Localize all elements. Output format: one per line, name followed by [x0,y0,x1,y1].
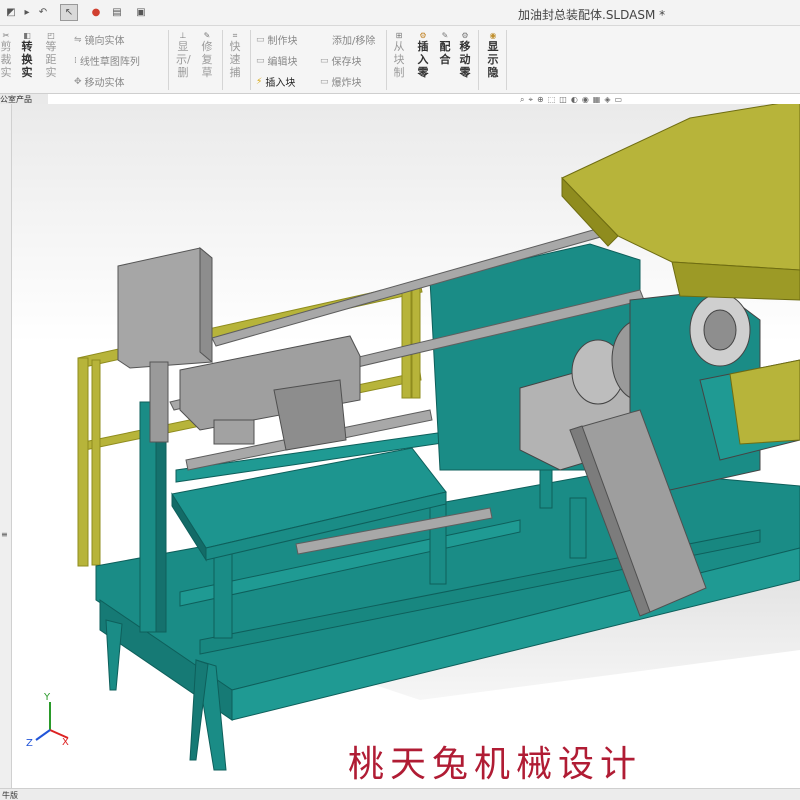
watermark: 桃天兔机械设计 [298,734,692,788]
block-icon: ▭ [256,34,265,45]
undo-icon[interactable]: ↶ [36,4,50,21]
make-block-label: 制作块 [267,36,298,47]
trim-entities-label: 剪 裁 实 [0,40,12,79]
document-title: 加油封总装配体.SLDASM * [518,8,666,22]
move-component-button[interactable]: ⚙ 移 动 零 [458,32,472,80]
repair-sketch-button[interactable]: ✎ 修 复 草 [200,32,214,80]
explode-block-icon: ▭ [320,76,329,87]
solidworks-window: ◩ ▸ ↶ ↖ ● ▤ ▣ 加油封总装配体.SLDASM * ✂ 剪 裁 实 ◧ 转… [0,0,800,800]
explode-block-label: 爆炸块 [331,78,362,89]
move-entities-label: 移动实体 [84,78,125,89]
ribbon-separator [386,30,387,90]
save-block-label: 保存块 [331,57,362,68]
linear-pattern-label: 线性草图阵列 [79,57,140,68]
mirror-icon: ⇋ [74,34,82,45]
move-icon: ✥ [74,76,82,87]
display-delete-label: 显 示/ 删 [176,40,191,79]
insert-component-button[interactable]: ⚙ 插 入 零 [416,32,430,80]
x-axis-label: X [62,737,69,748]
edit-block-button[interactable]: ▭ 编辑块 [256,53,298,69]
traffic-light-icon[interactable]: ● [90,4,102,21]
trim-entities-button[interactable]: ✂ 剪 裁 实 [0,32,12,80]
sketch-ribbon: ✂ 剪 裁 实 ◧ 转 换 实 ◰ 等 距 实 ⇋ 镜向实体 ⁞ 线性草图阵列 ✥ 移动实体… [0,26,800,94]
file-properties-icon[interactable]: ▤ [110,4,124,21]
ribbon-separator [250,30,251,90]
edit-block-label: 编辑块 [267,57,298,68]
insert-block-button[interactable]: ⚡ 插入块 [256,74,296,90]
mirror-entities-button[interactable]: ⇋ 镜向实体 [74,32,125,48]
mate-label: 配 合 [439,40,451,66]
ribbon-separator [478,30,479,90]
save-block-icon: ▭ [320,55,329,66]
quick-snaps-label: 快 速 捕 [229,40,241,79]
coordinate-triad: Y X Z [26,692,69,749]
make-block-button[interactable]: ▭ 制作块 [256,32,298,48]
save-block-button[interactable]: ▭ 保存块 [320,53,362,69]
linear-pattern-icon: ⁞ [74,55,77,66]
quick-snaps-button[interactable]: ⌗ 快 速 捕 [228,32,242,80]
move-entities-button[interactable]: ✥ 移动实体 [74,74,125,90]
belt-chain-button[interactable]: ⊞ 从 块 制 [392,32,406,80]
open-icon[interactable]: ▸ [20,4,34,21]
add-remove-block-button[interactable]: 添加/移除 [332,32,375,47]
new-icon[interactable]: ◩ [4,4,18,21]
move-component-label: 移 动 零 [459,40,471,79]
title-bar: ◩ ▸ ↶ ↖ ● ▤ ▣ 加油封总装配体.SLDASM * [0,0,800,26]
status-bar: 牛版 [0,788,800,800]
z-axis-label: Z [26,738,33,749]
insert-block-icon: ⚡ [256,76,263,87]
convert-entities-button[interactable]: ◧ 转 换 实 [20,32,34,80]
ribbon-separator [222,30,223,90]
repair-sketch-label: 修 复 草 [201,40,213,79]
y-axis-label: Y [43,692,51,703]
mirror-entities-label: 镜向实体 [84,36,125,47]
offset-entities-label: 等 距 实 [45,40,57,79]
from-block-label: 从 块 制 [393,40,405,79]
linear-pattern-button[interactable]: ⁞ 线性草图阵列 [74,53,140,69]
status-text: 牛版 [2,791,18,800]
graphics-area[interactable]: Y X Z [12,104,800,788]
z-axis [35,729,51,741]
explode-block-button[interactable]: ▭ 爆炸块 [320,74,362,90]
mate-button[interactable]: ✎ 配 合 [438,32,452,67]
feature-manager-strip[interactable]: ≡ [0,104,12,788]
edit-block-icon: ▭ [256,55,265,66]
ribbon-separator [506,30,507,90]
convert-entities-label: 转 换 实 [21,40,33,79]
show-hidden-button[interactable]: ◉ 显 示 隐 [486,32,500,80]
watermark-text: 桃天兔机械设计 [347,744,642,785]
select-icon[interactable]: ↖ [60,4,78,21]
display-delete-relations-button[interactable]: ⊥ 显 示/ 删 [176,32,191,80]
feature-tree-tab[interactable]: 公室产品 [0,94,48,104]
insert-block-label: 插入块 [265,78,296,89]
assembly-model: Y X Z [26,104,800,771]
collapse-icon[interactable]: ≡ [1,530,8,539]
options-icon[interactable]: ▣ [134,4,148,21]
add-remove-label: 添加/移除 [332,36,376,47]
show-hidden-label: 显 示 隐 [487,40,499,79]
ribbon-separator [168,30,169,90]
insert-component-label: 插 入 零 [417,40,429,79]
offset-entities-button[interactable]: ◰ 等 距 实 [44,32,58,80]
